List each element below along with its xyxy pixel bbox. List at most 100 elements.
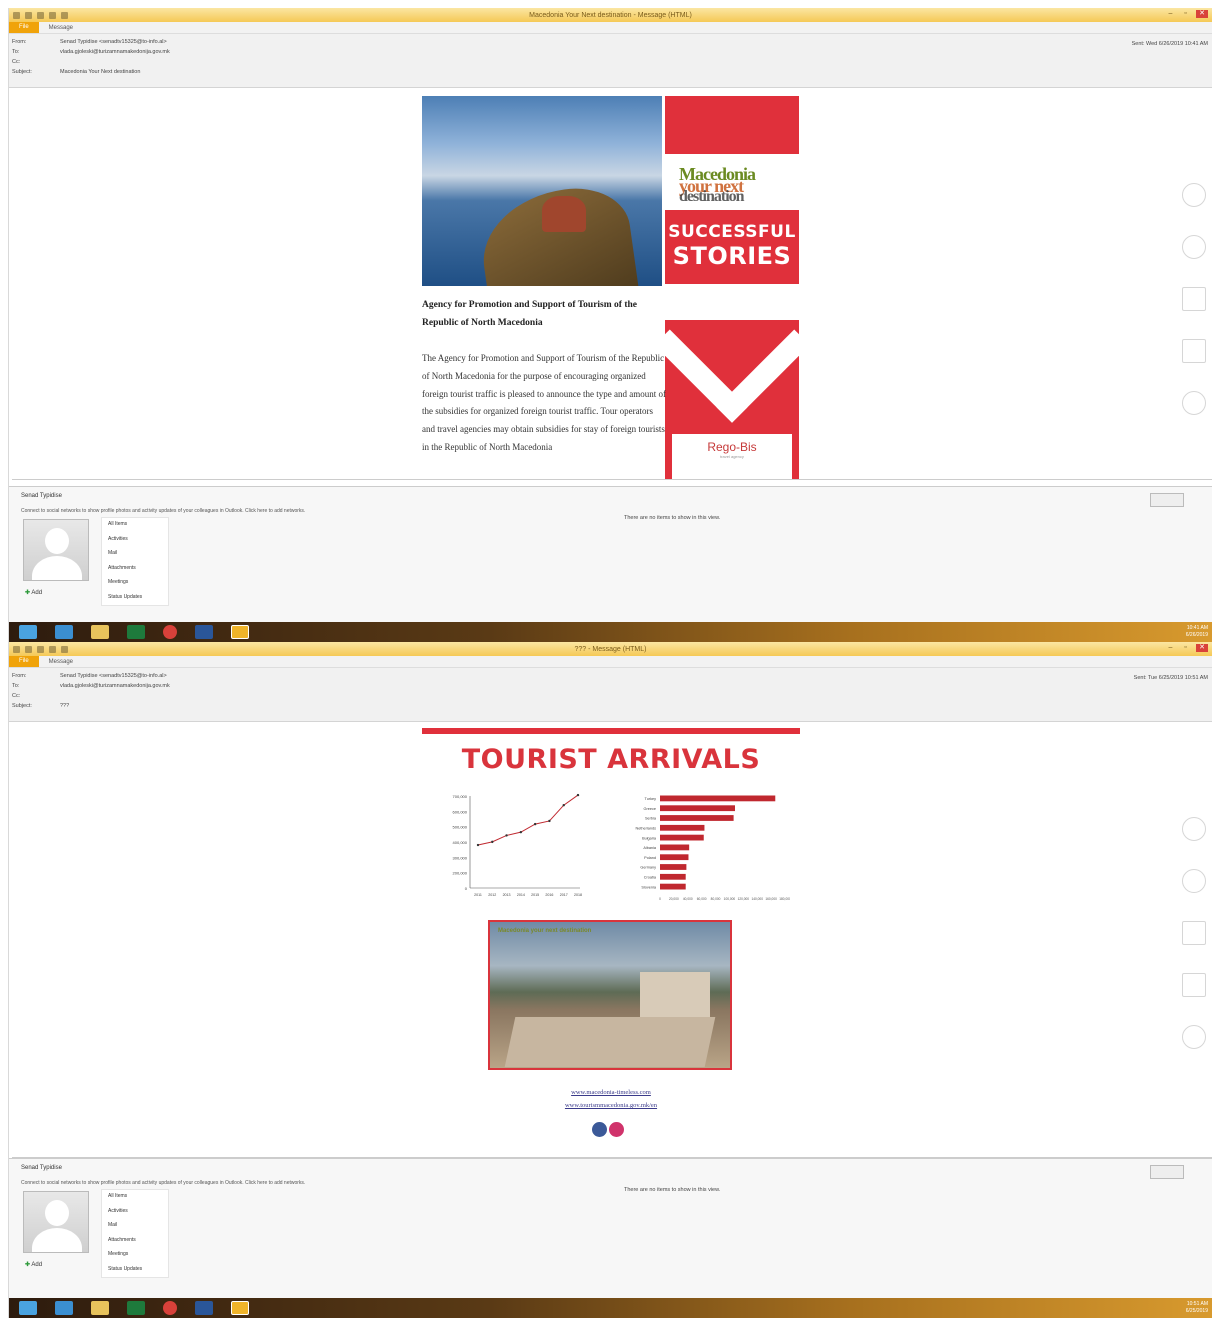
- system-clock[interactable]: 10:41 AM 6/26/2019: [1186, 625, 1208, 639]
- excel-icon[interactable]: [127, 1301, 145, 1315]
- sent-info: Sent: Tue 6/25/2019 10:51 AM: [1134, 675, 1208, 681]
- ie-icon[interactable]: [55, 625, 73, 639]
- facebook-icon[interactable]: [592, 1122, 607, 1137]
- start-button[interactable]: [19, 1301, 37, 1315]
- y-tick-label: 200,000: [453, 871, 468, 876]
- data-point: [476, 843, 480, 847]
- category-label: Albania: [643, 846, 657, 850]
- close-button[interactable]: ✕: [1196, 10, 1208, 18]
- arrivals-line-chart: 700,000 600,000 500,000 400,000 300,000 200,0…: [453, 793, 582, 897]
- logo-line-3: destination: [679, 188, 745, 205]
- from-label: From:: [12, 673, 27, 679]
- filter-activities[interactable]: Activities: [102, 533, 168, 548]
- maximize-button[interactable]: ▫: [1181, 10, 1190, 18]
- outlook-icon[interactable]: [231, 1301, 249, 1315]
- category-label: Poland: [644, 856, 656, 860]
- add-contact-button[interactable]: ✚ Add: [25, 1261, 42, 1268]
- subject-value: ???: [60, 703, 70, 709]
- add-contact-button[interactable]: ✚ Add: [25, 589, 42, 596]
- data-point: [576, 793, 580, 797]
- message-body[interactable]: TOURIST ARRIVALS 700,000 600,000 500,000 40…: [12, 722, 1212, 1158]
- tab-file[interactable]: File: [9, 22, 39, 33]
- people-pane-toggle[interactable]: [1150, 493, 1184, 507]
- x-tick-label: 2011: [474, 893, 482, 897]
- side-watermark-icons: [1180, 183, 1208, 415]
- x-tick-label: 80,000: [711, 897, 721, 901]
- x-tick-label: 2015: [531, 893, 539, 897]
- data-point: [562, 804, 565, 807]
- arrivals-by-country-bar-chart: Turkey Greece Serbia Netherlands Bulgaria Alb…: [636, 795, 790, 901]
- tab-file[interactable]: File: [9, 656, 39, 667]
- charts-area: 700,000 600,000 500,000 400,000 300,000 200,0…: [440, 788, 800, 908]
- data-point: [548, 819, 551, 823]
- filter-mail[interactable]: Mail: [102, 547, 168, 562]
- filter-attachments[interactable]: Attachments: [102, 562, 168, 577]
- filter-mail[interactable]: Mail: [102, 1219, 168, 1234]
- close-button[interactable]: ✕: [1196, 644, 1208, 652]
- filter-attachments[interactable]: Attachments: [102, 1234, 168, 1249]
- filter-status-updates[interactable]: Status Updates: [102, 1263, 168, 1278]
- clock-date: 6/26/2019: [1185, 632, 1208, 638]
- search-icon: [1182, 817, 1206, 841]
- social-connect-link[interactable]: Connect to social networks to show profi…: [21, 508, 305, 514]
- red-block: [665, 96, 799, 154]
- category-label: Croatia: [644, 876, 657, 880]
- newsletter: TOURIST ARRIVALS 700,000 600,000 500,000 40…: [422, 728, 800, 1137]
- chrome-icon[interactable]: [163, 1301, 177, 1315]
- chrome-icon[interactable]: [163, 625, 177, 639]
- minimize-button[interactable]: –: [1166, 644, 1175, 652]
- explorer-icon[interactable]: [91, 1301, 109, 1315]
- maximize-button[interactable]: ▫: [1181, 644, 1190, 652]
- device-icon: [1182, 339, 1206, 363]
- x-tick-label: 0: [659, 897, 661, 901]
- data-point: [533, 822, 537, 826]
- category-label: Slovenia: [641, 885, 656, 889]
- link-tourism-gov[interactable]: www.tourismmacedonia.gov.mk/en: [422, 1099, 800, 1112]
- tab-message[interactable]: Message: [39, 25, 83, 31]
- y-tick-label: 600,000: [453, 809, 468, 814]
- system-clock[interactable]: 10:51 AM 6/25/2019: [1186, 1301, 1208, 1315]
- title-bar: ??? - Message (HTML) – ▫ ✕: [9, 642, 1212, 656]
- v-logo-block: Rego-Bis travel agency: [665, 320, 799, 479]
- people-pane-toggle[interactable]: [1150, 1165, 1184, 1179]
- word-icon[interactable]: [195, 625, 213, 639]
- from-value[interactable]: Senad Typidise <senadtv15325@to-info.al>: [60, 39, 167, 45]
- tourist-arrivals-title: TOURIST ARRIVALS: [461, 744, 761, 775]
- word-icon[interactable]: [195, 1301, 213, 1315]
- filter-all-items[interactable]: All Items: [102, 518, 168, 533]
- filter-meetings[interactable]: Meetings: [102, 576, 168, 591]
- filter-activities[interactable]: Activities: [102, 1205, 168, 1220]
- x-tick-label: 180,000: [779, 897, 790, 901]
- outlook-icon[interactable]: [231, 625, 249, 639]
- start-button[interactable]: [19, 625, 37, 639]
- link-macedonia-timeless[interactable]: www.macedonia-timeless.com: [422, 1086, 800, 1099]
- outlook-window-1: Macedonia Your Next destination - Messag…: [8, 8, 1212, 642]
- x-tick-label: 120,000: [738, 897, 750, 901]
- from-value[interactable]: Senad Typidise <senadtv15325@to-info.al>: [60, 673, 167, 679]
- minimize-button[interactable]: –: [1166, 10, 1175, 18]
- clock-time: 10:51 AM: [1186, 1301, 1208, 1307]
- message-body[interactable]: Macedonia your next destination SUCCESSF…: [12, 88, 1212, 480]
- tab-message[interactable]: Message: [39, 659, 83, 665]
- to-value[interactable]: vlada.gjoleski@turizamnamakedonija.gov.m…: [60, 49, 170, 55]
- explorer-icon[interactable]: [91, 625, 109, 639]
- bar: [660, 834, 704, 841]
- filter-all-items[interactable]: All Items: [102, 1190, 168, 1205]
- message-header: From: Senad Typidise <senadtv15325@to-inf…: [9, 668, 1212, 722]
- instagram-icon[interactable]: [609, 1122, 624, 1137]
- social-connect-link[interactable]: Connect to social networks to show profi…: [21, 1180, 305, 1186]
- globe-icon: [1182, 869, 1206, 893]
- category-label: Turkey: [645, 797, 657, 801]
- filter-status-updates[interactable]: Status Updates: [102, 591, 168, 606]
- ie-icon[interactable]: [55, 1301, 73, 1315]
- to-value[interactable]: vlada.gjoleski@turizamnamakedonija.gov.m…: [60, 683, 170, 689]
- people-filter-list: All Items Activities Mail Attachments Me…: [101, 517, 169, 606]
- y-tick-label: 700,000: [453, 794, 468, 799]
- globe-icon: [1182, 235, 1206, 259]
- data-point: [519, 830, 523, 834]
- y-tick-label: 500,000: [453, 825, 468, 830]
- excel-icon[interactable]: [127, 625, 145, 639]
- window-title: ??? - Message (HTML): [574, 645, 647, 653]
- skopje-square-photo: Macedonia your next destination: [488, 920, 732, 1070]
- filter-meetings[interactable]: Meetings: [102, 1248, 168, 1263]
